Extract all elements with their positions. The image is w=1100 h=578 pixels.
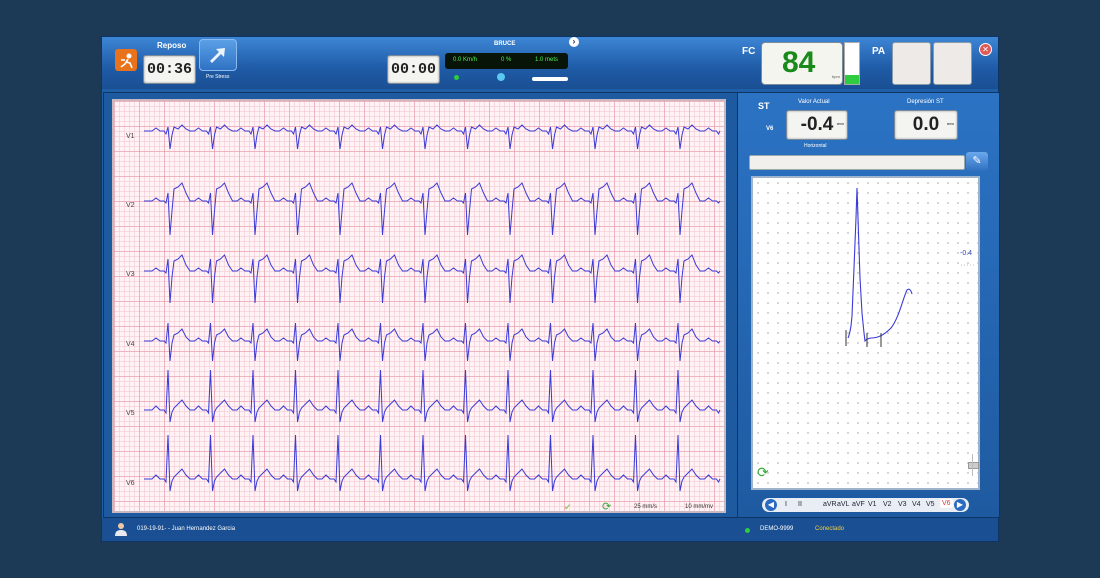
ecg-traces xyxy=(144,124,721,492)
stage-timer: 00:00 xyxy=(387,55,440,84)
close-button[interactable]: ✕ xyxy=(979,43,992,56)
lead-label-v6: V6 xyxy=(126,480,135,487)
lead-label-v3: V3 xyxy=(126,271,135,278)
status-bar: 019-19-91- - Juan Hernandez Garcia DEMO-… xyxy=(102,518,998,541)
ecg-grid: V1 V2 V3 V4 V5 V6 ✔ ⟳ 25 mm/s 10 mm/mv xyxy=(112,99,726,513)
ecg-trace-v1 xyxy=(144,124,721,150)
ecg-trace-v4 xyxy=(144,322,721,362)
depresion-st-label: Depresión ST xyxy=(907,99,944,105)
st-panel: ST Valor Actual Depresión ST V6 -0.4 mm … xyxy=(737,92,1000,518)
fc-display: 84 bpm xyxy=(761,42,843,85)
valor-actual-value: -0.4 mm xyxy=(786,110,848,140)
connection-dot-icon xyxy=(745,528,750,533)
app-logo-icon xyxy=(115,49,137,71)
st-complex-trace xyxy=(845,187,975,347)
lead-label-v4: V4 xyxy=(126,341,135,348)
st-label: ST xyxy=(758,101,770,111)
prev-lead-button[interactable]: ◀ xyxy=(765,499,777,511)
lead-label-v1: V1 xyxy=(126,133,135,140)
device-id: DEMO-9999 xyxy=(760,526,794,532)
lead-option-v2[interactable]: V2 xyxy=(883,501,892,508)
lead-option-v3[interactable]: V3 xyxy=(898,501,907,508)
depresion-st-unit: mm xyxy=(946,121,954,126)
lead-option-v4[interactable]: V4 xyxy=(912,501,921,508)
st-value-marker: -0.4 xyxy=(960,250,973,257)
pa-systolic-display xyxy=(892,42,931,85)
fc-unit: bpm xyxy=(832,74,840,79)
ecg-trace-v2 xyxy=(144,182,721,236)
fc-label: FC xyxy=(742,46,756,57)
ecg-trace-v5 xyxy=(144,369,721,423)
slope-label: Horizontal xyxy=(804,143,827,149)
lead-label-v2: V2 xyxy=(126,202,135,209)
mets-readout: 1.0 mets xyxy=(535,57,559,63)
treadmill-progress xyxy=(532,77,568,81)
app-window: Reposo 00:36 Pre Stress BRUCE › 00:00 0.… xyxy=(101,36,1000,542)
reposo-label: Reposo xyxy=(157,41,187,50)
speed-readout: 0.0 Km/h xyxy=(453,57,478,63)
lead-label-v5: V5 xyxy=(126,410,135,417)
lead-option-v5[interactable]: V5 xyxy=(926,501,935,508)
arrow-forward-icon xyxy=(210,48,225,63)
expand-button[interactable]: › xyxy=(569,37,579,47)
st-input-field[interactable] xyxy=(749,155,965,170)
lead-option-v6-selected[interactable]: V6 xyxy=(940,499,953,508)
pre-stress-button[interactable] xyxy=(199,39,237,71)
top-toolbar: Reposo 00:36 Pre Stress BRUCE › 00:00 0.… xyxy=(102,37,998,89)
ecg-panel: V1 V2 V3 V4 V5 V6 ✔ ⟳ 25 mm/s 10 mm/mv xyxy=(103,92,738,518)
slider-track xyxy=(972,454,973,476)
depresion-st-value: 0.0 mm xyxy=(894,110,958,140)
st-complex-plot: -0.4 ⟳ xyxy=(751,176,980,490)
lead-option-ii[interactable]: II xyxy=(798,501,802,508)
grade-readout: 0 % xyxy=(501,57,512,63)
pa-label: PA xyxy=(872,46,886,57)
patient-name: 019-19-91- - Juan Hernandez Garcia xyxy=(137,526,236,532)
lead-option-avr[interactable]: aVR xyxy=(823,501,837,508)
checkmark-icon[interactable]: ✔ xyxy=(564,502,572,513)
speed-label: 25 mm/s xyxy=(634,504,658,510)
connection-status: Conectado xyxy=(815,526,845,532)
pre-stress-label: Pre Stress xyxy=(206,74,230,80)
refresh-icon[interactable]: ⟳ xyxy=(757,464,769,481)
gain-label: 10 mm/mv xyxy=(685,504,714,510)
refresh-icon[interactable]: ⟳ xyxy=(602,500,611,513)
protocol-label: BRUCE xyxy=(494,41,516,47)
patient-avatar-icon xyxy=(115,522,127,536)
lead-option-v1[interactable]: V1 xyxy=(868,501,877,508)
play-button[interactable] xyxy=(497,73,505,81)
fc-value: 84 xyxy=(782,46,816,79)
lead-option-avl[interactable]: aVL xyxy=(837,501,849,508)
slider-handle[interactable] xyxy=(968,462,979,469)
pa-diastolic-display xyxy=(933,42,972,85)
valor-actual-label: Valor Actual xyxy=(798,99,830,105)
ecg-trace-v3 xyxy=(144,254,721,304)
reposo-timer: 00:36 xyxy=(143,55,196,84)
valor-actual-unit: mm xyxy=(836,121,844,126)
fc-level-bar xyxy=(844,42,860,85)
next-lead-button[interactable]: ▶ xyxy=(954,499,966,511)
edit-button[interactable]: ✎ xyxy=(966,152,988,171)
treadmill-display: 0.0 Km/h 0 % 1.0 mets xyxy=(445,53,568,69)
lead-selector: ◀ I II aVR aVL aVF V1 V2 V3 V4 V5 V6 ▶ xyxy=(762,498,969,512)
lead-option-avf[interactable]: aVF xyxy=(852,501,865,508)
st-lead-label: V6 xyxy=(766,126,774,132)
lead-option-i[interactable]: I xyxy=(785,501,787,508)
treadmill-indicator-icon xyxy=(454,75,459,80)
ecg-trace-v6 xyxy=(144,434,721,492)
pencil-icon: ✎ xyxy=(972,155,982,167)
